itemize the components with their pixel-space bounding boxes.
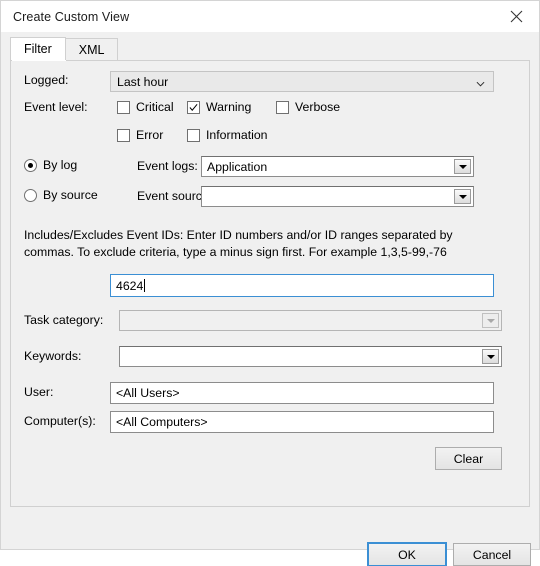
checkbox-critical[interactable]: Critical — [117, 100, 174, 114]
logged-label: Logged: — [24, 73, 69, 87]
event-logs-label: Event logs: — [137, 159, 198, 173]
event-ids-value: 4624 — [116, 278, 144, 293]
tab-xml[interactable]: XML — [64, 38, 119, 60]
computers-input[interactable]: <All Computers> — [110, 411, 494, 433]
radio-by-log-label: By log — [43, 158, 78, 172]
event-ids-input[interactable]: 4624 — [110, 274, 494, 297]
checkbox-warning-box — [187, 100, 200, 114]
create-custom-view-dialog: Create Custom View Filter XML Logged: La… — [0, 0, 540, 566]
logged-value: Last hour — [117, 74, 169, 89]
radio-by-log[interactable]: By log — [24, 158, 77, 172]
clear-button-label: Clear — [453, 451, 484, 466]
event-sources-combobox[interactable] — [201, 186, 474, 207]
dialog-footer: OK Cancel — [1, 507, 539, 566]
keywords-combobox[interactable] — [119, 346, 502, 367]
checkmark-icon — [189, 103, 198, 112]
checkbox-information-label: Information — [206, 128, 268, 142]
dropdown-arrow-icon[interactable] — [482, 349, 499, 364]
keywords-label-wrap: Keywords: — [24, 349, 81, 363]
checkbox-warning[interactable]: Warning — [187, 100, 251, 114]
checkbox-critical-label: Critical — [136, 100, 174, 114]
checkbox-verbose-label: Verbose — [295, 100, 341, 114]
tab-xml-label: XML — [78, 42, 105, 57]
radio-by-source[interactable]: By source — [24, 188, 98, 202]
tab-filter-label: Filter — [24, 42, 52, 56]
tab-strip: Filter XML — [10, 37, 539, 60]
user-value: <All Users> — [116, 386, 180, 400]
user-label-wrap: User: — [24, 385, 53, 399]
tab-filter[interactable]: Filter — [10, 37, 66, 60]
task-category-label-wrap: Task category: — [24, 313, 103, 327]
checkbox-information[interactable]: Information — [187, 128, 268, 142]
radio-by-source-circle — [24, 188, 37, 202]
close-button[interactable] — [494, 1, 539, 32]
computers-label: Computer(s): — [24, 414, 96, 428]
filter-tab-panel: Logged: Last hour Event level: Critical — [10, 60, 530, 507]
dropdown-arrow-icon — [482, 313, 499, 328]
checkbox-information-box — [187, 128, 200, 142]
event-ids-help-text: Includes/Excludes Event IDs: Enter ID nu… — [24, 228, 453, 259]
computers-label-wrap: Computer(s): — [24, 414, 96, 428]
user-label: User: — [24, 385, 54, 399]
event-level-label: Event level: — [24, 100, 88, 114]
title-bar: Create Custom View — [1, 1, 539, 32]
task-category-label: Task category: — [24, 313, 104, 327]
computers-value: <All Computers> — [116, 415, 208, 429]
chevron-down-icon — [476, 77, 485, 87]
checkbox-critical-box — [117, 100, 130, 114]
checkbox-verbose[interactable]: Verbose — [276, 100, 340, 114]
text-caret — [144, 279, 146, 292]
checkbox-error-box — [117, 128, 130, 142]
checkbox-warning-label: Warning — [206, 100, 252, 114]
event-logs-label-wrap: Event logs: — [137, 159, 198, 173]
radio-by-source-label: By source — [43, 188, 98, 202]
checkbox-error-label: Error — [136, 128, 164, 142]
event-level-label-wrap: Event level: — [24, 100, 88, 114]
dropdown-arrow-icon[interactable] — [454, 159, 471, 174]
event-logs-value: Application — [207, 159, 268, 174]
close-icon — [510, 10, 523, 23]
logged-label-wrap: Logged: — [24, 73, 68, 87]
logged-combobox[interactable]: Last hour — [110, 71, 494, 92]
clear-button[interactable]: Clear — [435, 447, 502, 470]
ok-button[interactable]: OK — [368, 543, 446, 566]
keywords-label: Keywords: — [24, 349, 82, 363]
checkbox-error[interactable]: Error — [117, 128, 163, 142]
radio-by-log-circle — [24, 158, 37, 172]
checkbox-verbose-box — [276, 100, 289, 114]
cancel-button[interactable]: Cancel — [453, 543, 531, 566]
task-category-combobox — [119, 310, 502, 331]
dropdown-arrow-icon[interactable] — [454, 189, 471, 204]
event-logs-combobox[interactable]: Application — [201, 156, 474, 177]
user-input[interactable]: <All Users> — [110, 382, 494, 404]
window-title: Create Custom View — [13, 9, 130, 24]
